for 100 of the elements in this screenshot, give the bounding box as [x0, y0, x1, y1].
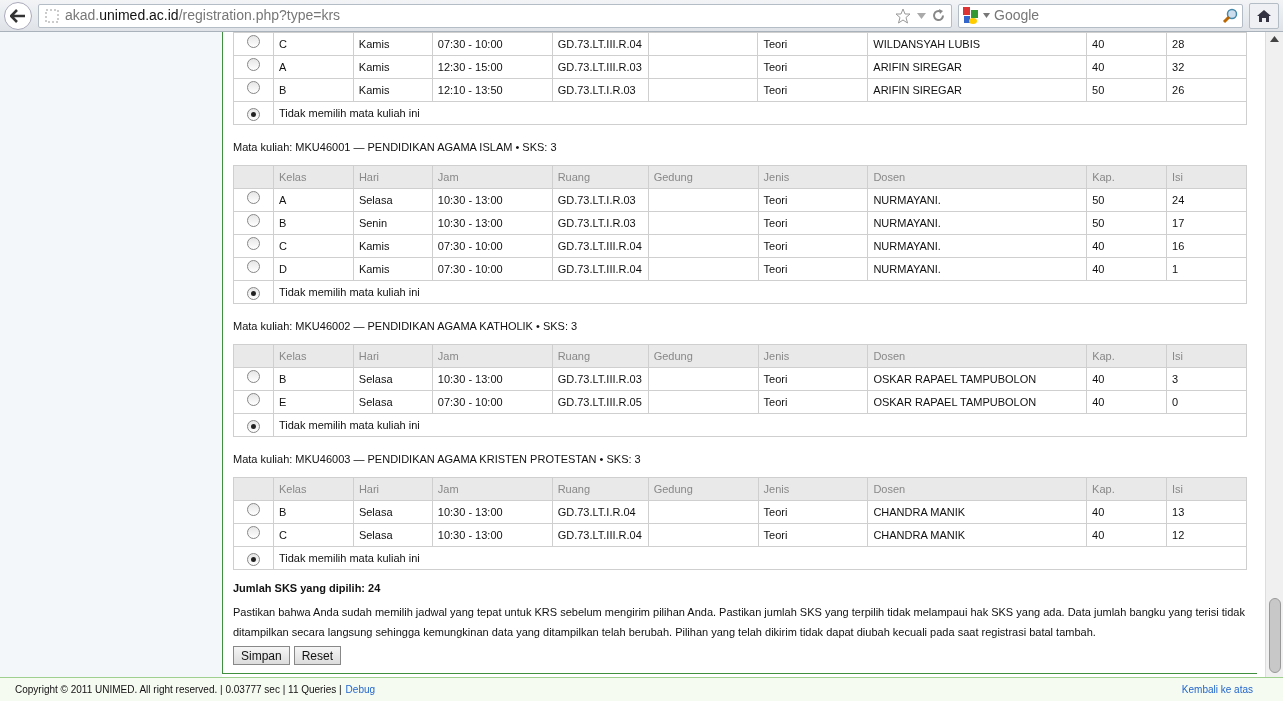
radio-button[interactable] — [246, 191, 260, 205]
home-icon — [1256, 8, 1272, 23]
table-cell: Teori — [763, 239, 788, 252]
table-cell: 07:30 - 10:00 — [437, 395, 503, 408]
column-header: Jam — [437, 170, 459, 183]
debug-link[interactable]: Debug — [345, 682, 376, 697]
table-cell: CHANDRA MANIK — [873, 528, 966, 541]
table-cell: 50 — [1092, 193, 1105, 206]
column-header: Hari — [358, 349, 380, 362]
address-bar[interactable]: akad.unimed.ac.id/registration.php?type=krs — [38, 3, 952, 28]
table-cell: Teori — [763, 395, 788, 408]
radio-button[interactable] — [246, 370, 260, 384]
radio-button[interactable] — [246, 214, 260, 228]
radio-button[interactable] — [246, 286, 260, 300]
radio-button[interactable] — [246, 81, 260, 95]
search-icon — [1222, 7, 1238, 24]
table-cell: 10:30 - 13:00 — [437, 193, 503, 206]
table-cell: GD.73.LT.I.R.03 — [557, 193, 636, 206]
table-cell: A — [278, 60, 287, 73]
table-cell: Selasa — [358, 395, 393, 408]
table-cell: 0 — [1172, 395, 1179, 408]
table-cell: ARIFIN SIREGAR — [873, 60, 962, 73]
radio-button[interactable] — [246, 107, 260, 121]
table-cell: GD.73.LT.III.R.04 — [557, 262, 642, 275]
back-button[interactable] — [4, 1, 32, 30]
table-cell: 32 — [1172, 60, 1185, 73]
table-cell: GD.73.LT.III.R.04 — [557, 239, 642, 252]
star-icon — [895, 7, 911, 24]
table-cell: 3 — [1172, 372, 1179, 385]
radio-button[interactable] — [246, 503, 260, 517]
dropdown-icon — [983, 13, 990, 18]
table-cell: GD.73.LT.I.R.03 — [557, 216, 636, 229]
radio-button[interactable] — [246, 526, 260, 540]
table-cell: 12:10 - 13:50 — [437, 83, 503, 96]
radio-button[interactable] — [246, 237, 260, 251]
table-cell: 13 — [1172, 505, 1185, 518]
column-header: Gedung — [653, 482, 693, 495]
table-cell: OSKAR RAPAEL TAMPUBOLON — [873, 372, 1037, 385]
scrollbar-thumb[interactable] — [1268, 598, 1281, 673]
search-field[interactable]: Google — [958, 3, 1243, 28]
radio-button[interactable] — [246, 35, 260, 49]
reload-icon — [932, 9, 945, 22]
table-cell: 10:30 - 13:00 — [437, 372, 503, 385]
table-cell: 10:30 - 13:00 — [437, 528, 503, 541]
form-button[interactable]: Simpan — [233, 645, 290, 665]
column-header: Isi — [1172, 170, 1184, 183]
table-cell: GD.73.LT.III.R.04 — [557, 528, 642, 541]
radio-button[interactable] — [246, 393, 260, 407]
table-cell: Kamis — [358, 239, 390, 252]
table-cell: 40 — [1092, 262, 1105, 275]
table-cell: GD.73.LT.III.R.03 — [557, 372, 642, 385]
table-cell: A — [278, 193, 287, 206]
table-cell: Teori — [763, 262, 788, 275]
column-header: Kelas — [278, 482, 307, 495]
column-header: Jenis — [763, 482, 790, 495]
table-cell: 07:30 - 10:00 — [437, 239, 503, 252]
notice-text: Pastikan bahwa Anda sudah memilih jadwal yang tepat untuk KRS sebelum mengirim pilihan Anda. Pastikan jumlah SKS yang terpilih tidak melampaui hak SKS yang ada. Data jumlah bangku yang terisi tidak ditampilkan secara langsung sehingga kemungkinan data yang ditampilkan telah berubah. Pilihan yang telah dikirim tidak dapat diubah kecuali pada saat registrasi batal tambah. — [233, 604, 1246, 640]
table-cell: 50 — [1092, 216, 1105, 229]
page-icon — [45, 8, 59, 23]
column-header: Kelas — [278, 349, 307, 362]
table-cell: B — [278, 216, 287, 229]
radio-button[interactable] — [246, 419, 260, 433]
radio-button[interactable] — [246, 58, 260, 72]
table-cell: GD.73.LT.III.R.04 — [557, 37, 642, 50]
table-cell: NURMAYANI. — [873, 216, 941, 229]
table-cell: 50 — [1092, 83, 1105, 96]
home-button[interactable] — [1249, 2, 1279, 29]
option-label: Tidak memilih mata kuliah ini — [278, 106, 420, 119]
column-header: Jam — [437, 349, 459, 362]
option-label: Tidak memilih mata kuliah ini — [278, 418, 420, 431]
table-cell: 40 — [1092, 239, 1105, 252]
column-header: Kap. — [1092, 349, 1115, 362]
table-cell: GD.73.LT.I.R.04 — [557, 505, 636, 518]
column-header: Hari — [358, 482, 380, 495]
column-header: Isi — [1172, 349, 1184, 362]
table-cell: 40 — [1092, 505, 1105, 518]
radio-button[interactable] — [246, 552, 260, 566]
column-header: Dosen — [873, 170, 906, 183]
radio-button[interactable] — [246, 260, 260, 274]
table-cell: C — [278, 37, 287, 50]
table-cell: Teori — [763, 37, 788, 50]
table-cell: Senin — [358, 216, 387, 229]
table-cell: WILDANSYAH LUBIS — [873, 37, 981, 50]
search-input[interactable]: Google — [994, 5, 1218, 26]
column-header: Jenis — [763, 170, 790, 183]
column-header: Kap. — [1092, 482, 1115, 495]
form-button[interactable]: Reset — [293, 645, 342, 665]
table-cell: 40 — [1092, 528, 1105, 541]
column-header: Kap. — [1092, 170, 1115, 183]
back-arrow-icon — [10, 8, 26, 23]
back-to-top-link[interactable]: Kembali ke atas — [1181, 682, 1253, 697]
url-text: akad.unimed.ac.id/registration.php?type=krs — [65, 6, 342, 25]
table-cell: NURMAYANI. — [873, 239, 941, 252]
table-cell: C — [278, 528, 287, 541]
table-cell: C — [278, 239, 287, 252]
option-label: Tidak memilih mata kuliah ini — [278, 551, 420, 564]
total-credits: Jumlah SKS yang dipilih: 24 — [233, 582, 381, 594]
table-cell: 40 — [1092, 37, 1105, 50]
table-cell: 16 — [1172, 239, 1185, 252]
scrollbar[interactable] — [1265, 32, 1283, 677]
